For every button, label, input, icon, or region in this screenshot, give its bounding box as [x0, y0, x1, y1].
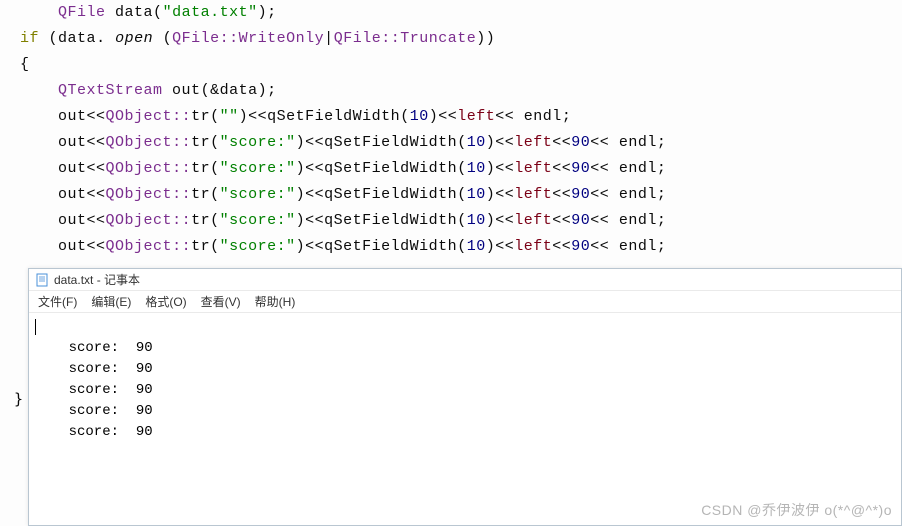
- content-row: score: 90: [35, 340, 153, 356]
- menu-format[interactable]: 格式(O): [138, 291, 193, 312]
- content-row: score: 90: [35, 403, 153, 419]
- code-line: out<<QObject::tr("")<<qSetFieldWidth(10)…: [20, 104, 902, 130]
- code-line: out<<QObject::tr("score:")<<qSetFieldWid…: [20, 182, 902, 208]
- content-row: score: 90: [35, 424, 153, 440]
- watermark: CSDN @乔伊波伊 o(*^@^*)o: [701, 500, 892, 520]
- code-line: out<<QObject::tr("score:")<<qSetFieldWid…: [20, 234, 902, 260]
- content-row: score: 90: [35, 361, 153, 377]
- notepad-content[interactable]: score: 90 score: 90 score: 90 score: 90 …: [29, 313, 901, 447]
- notepad-menubar: 文件(F) 编辑(E) 格式(O) 查看(V) 帮助(H): [29, 291, 901, 313]
- code-line: out<<QObject::tr("score:")<<qSetFieldWid…: [20, 208, 902, 234]
- code-line: QFile data("data.txt");: [20, 0, 902, 26]
- code-line: if (data. open (QFile::WriteOnly|QFile::…: [20, 26, 902, 52]
- menu-help[interactable]: 帮助(H): [248, 291, 303, 312]
- code-line: {: [20, 52, 902, 78]
- content-row: score: 90: [35, 382, 153, 398]
- notepad-window[interactable]: data.txt - 记事本 文件(F) 编辑(E) 格式(O) 查看(V) 帮…: [28, 268, 902, 526]
- code-editor[interactable]: QFile data("data.txt"); if (data. open (…: [0, 0, 902, 260]
- text-cursor: [35, 319, 36, 335]
- code-line: out<<QObject::tr("score:")<<qSetFieldWid…: [20, 156, 902, 182]
- code-line: out<<QObject::tr("score:")<<qSetFieldWid…: [20, 130, 902, 156]
- notepad-title: data.txt - 记事本: [54, 271, 140, 288]
- code-line: QTextStream out(&data);: [20, 78, 902, 104]
- notepad-icon: [35, 273, 49, 287]
- code-close-brace: }: [14, 390, 23, 408]
- menu-edit[interactable]: 编辑(E): [84, 291, 138, 312]
- menu-view[interactable]: 查看(V): [194, 291, 248, 312]
- notepad-titlebar[interactable]: data.txt - 记事本: [29, 269, 901, 291]
- menu-file[interactable]: 文件(F): [31, 291, 84, 312]
